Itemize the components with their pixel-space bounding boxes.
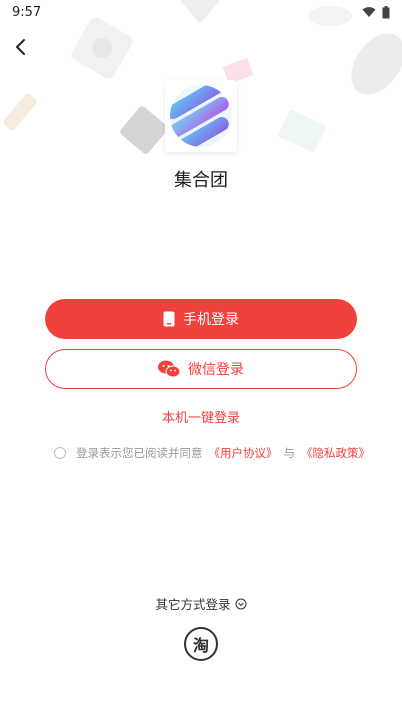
chevron-down-icon bbox=[235, 598, 246, 609]
phone-login-label: 手机登录 bbox=[183, 312, 239, 328]
one-key-login-link[interactable]: 本机一键登录 bbox=[0, 407, 402, 426]
taobao-login-button[interactable]: 淘 bbox=[184, 627, 218, 661]
agreement-checkbox[interactable] bbox=[54, 447, 66, 459]
phone-login-button[interactable]: 手机登录 bbox=[45, 299, 357, 339]
status-bar: 9:57 bbox=[0, 0, 402, 24]
back-arrow-icon bbox=[16, 39, 25, 55]
phone-icon bbox=[163, 311, 175, 327]
agreement-row: 登录表示您已阅读并同意 《用户协议》与《隐私政策》 bbox=[54, 444, 370, 462]
other-login-methods[interactable]: 其它方式登录 bbox=[0, 594, 402, 613]
app-logo-icon bbox=[170, 85, 232, 147]
agreement-and: 与 bbox=[283, 446, 296, 460]
app-name: 集合团 bbox=[174, 170, 228, 191]
status-icons bbox=[362, 5, 390, 19]
wifi-icon bbox=[362, 7, 376, 17]
privacy-policy-link[interactable]: 《隐私政策》 bbox=[301, 445, 370, 461]
agreement-prefix: 登录表示您已阅读并同意 bbox=[76, 446, 203, 460]
battery-icon bbox=[382, 5, 390, 18]
back-button[interactable] bbox=[8, 34, 34, 60]
wechat-login-button[interactable]: 微信登录 bbox=[45, 349, 357, 389]
app-logo bbox=[165, 80, 237, 152]
other-login-label: 其它方式登录 bbox=[155, 597, 231, 612]
status-time: 9:57 bbox=[12, 4, 42, 20]
wechat-icon bbox=[158, 360, 180, 378]
wechat-login-label: 微信登录 bbox=[188, 362, 244, 378]
user-agreement-link[interactable]: 《用户协议》 bbox=[209, 445, 278, 461]
